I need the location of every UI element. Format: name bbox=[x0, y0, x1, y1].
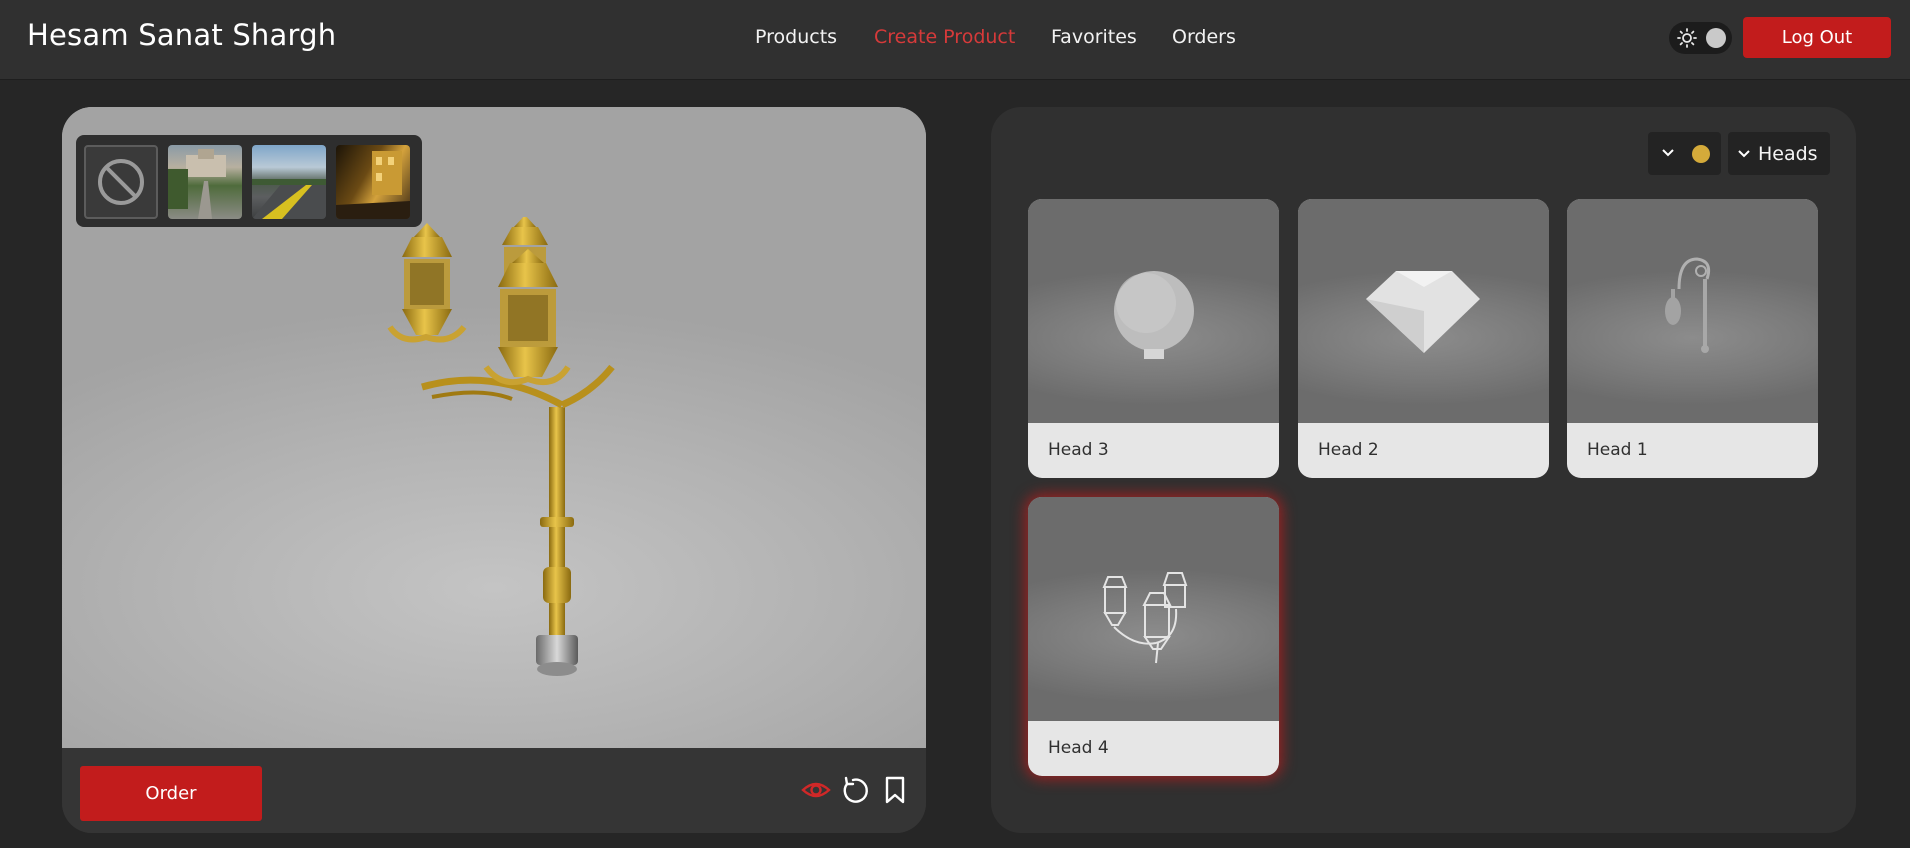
environment-park[interactable] bbox=[168, 145, 242, 219]
category-select[interactable]: Heads bbox=[1728, 132, 1830, 175]
nav-create-product[interactable]: Create Product bbox=[874, 26, 1015, 48]
color-swatch bbox=[1692, 145, 1710, 163]
parts-panel: Heads Head 3 Head 2 Head 1 Head 4 bbox=[991, 107, 1856, 833]
part-name: Head 1 bbox=[1587, 440, 1648, 460]
theme-toggle[interactable] bbox=[1669, 22, 1732, 54]
part-thumbnail bbox=[1028, 199, 1279, 423]
globe-head-model bbox=[1114, 271, 1194, 359]
environment-picker bbox=[76, 135, 422, 227]
sun-icon bbox=[1677, 28, 1697, 48]
nav-orders[interactable]: Orders bbox=[1172, 26, 1236, 48]
night-thumbnail bbox=[336, 151, 410, 219]
hanging-head-model bbox=[1665, 257, 1711, 353]
reset-icon[interactable] bbox=[840, 775, 870, 805]
environment-none[interactable] bbox=[84, 145, 158, 219]
lamp-post-model bbox=[387, 217, 615, 676]
part-thumbnail bbox=[1028, 497, 1279, 721]
diamond-head-model bbox=[1366, 271, 1480, 353]
chevron-down-icon bbox=[1738, 150, 1750, 158]
part-name: Head 4 bbox=[1048, 738, 1109, 758]
logout-button[interactable]: Log Out bbox=[1743, 17, 1891, 58]
park-thumbnail bbox=[168, 149, 226, 219]
nav-favorites[interactable]: Favorites bbox=[1051, 26, 1137, 48]
toggle-knob bbox=[1706, 28, 1726, 48]
bookmark-icon[interactable] bbox=[880, 775, 910, 805]
road-thumbnail bbox=[252, 179, 326, 219]
environment-road[interactable] bbox=[252, 145, 326, 219]
lantern-head-model bbox=[1102, 572, 1188, 664]
product-viewer: Order bbox=[62, 107, 926, 833]
part-thumbnail bbox=[1298, 199, 1549, 423]
color-select[interactable] bbox=[1648, 132, 1721, 175]
nav-products[interactable]: Products bbox=[755, 26, 837, 48]
part-card[interactable]: Head 2 bbox=[1298, 199, 1549, 478]
no-symbol-icon bbox=[98, 159, 144, 205]
environment-night[interactable] bbox=[336, 145, 410, 219]
part-name: Head 3 bbox=[1048, 440, 1109, 460]
part-card-selected[interactable]: Head 4 bbox=[1028, 497, 1279, 776]
eye-icon[interactable] bbox=[801, 775, 831, 805]
top-navbar: Hesam Sanat Shargh Products Create Produ… bbox=[0, 0, 1910, 80]
part-card[interactable]: Head 1 bbox=[1567, 199, 1818, 478]
3d-canvas[interactable] bbox=[62, 107, 926, 748]
chevron-down-icon bbox=[1662, 149, 1674, 157]
part-card[interactable]: Head 3 bbox=[1028, 199, 1279, 478]
category-label: Heads bbox=[1758, 143, 1818, 165]
order-button[interactable]: Order bbox=[80, 766, 262, 821]
main-nav: Products Create Product Favorites Orders bbox=[0, 26, 1910, 52]
part-thumbnail bbox=[1567, 199, 1818, 423]
viewer-toolbar: Order bbox=[62, 748, 926, 833]
part-name: Head 2 bbox=[1318, 440, 1379, 460]
